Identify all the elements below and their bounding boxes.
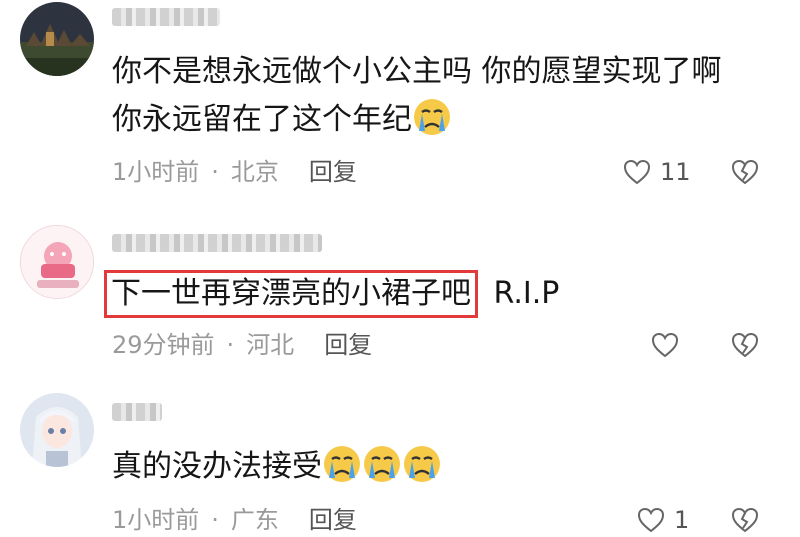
heart-outline-icon bbox=[623, 159, 651, 185]
like-count: 11 bbox=[660, 158, 691, 186]
heart-outline-icon bbox=[637, 507, 665, 533]
comment-item: 真的没办法接受 1小时前 · 广东 回复 1 bbox=[0, 385, 800, 537]
dislike-button[interactable] bbox=[730, 330, 760, 360]
comment-item: 下一世再穿漂亮的小裙子吧 R.I.P 29分钟前 · 河北 回复 bbox=[0, 210, 800, 370]
comment-meta: 1小时前 · 北京 回复 bbox=[112, 157, 357, 187]
cartoon-cake-avatar-icon bbox=[21, 226, 93, 298]
username-blurred[interactable] bbox=[112, 234, 322, 252]
trailing-text: R.I.P bbox=[493, 276, 560, 311]
broken-heart-icon bbox=[731, 332, 759, 358]
username-blurred[interactable] bbox=[112, 403, 162, 421]
like-button[interactable]: 1 bbox=[636, 505, 689, 535]
comment-time: 1小时前 bbox=[112, 506, 200, 534]
comment-time: 29分钟前 bbox=[112, 331, 215, 359]
highlighted-text-box: 下一世再穿漂亮的小裙子吧 bbox=[104, 270, 478, 318]
comment-location: 河北 bbox=[246, 331, 295, 359]
avatar[interactable] bbox=[20, 393, 94, 467]
broken-heart-icon bbox=[731, 159, 759, 185]
comment-meta: 1小时前 · 广东 回复 bbox=[112, 505, 357, 535]
anime-girl-avatar-icon bbox=[20, 393, 94, 467]
comment-location: 广东 bbox=[230, 506, 279, 534]
broken-heart-icon bbox=[731, 507, 759, 533]
dislike-button[interactable] bbox=[730, 505, 760, 535]
night-castle-avatar-icon bbox=[20, 2, 94, 76]
reply-button[interactable]: 回复 bbox=[309, 158, 357, 186]
comment-time: 1小时前 bbox=[112, 158, 200, 186]
comment-meta: 29分钟前 · 河北 回复 bbox=[112, 330, 372, 360]
avatar[interactable] bbox=[20, 225, 94, 299]
heart-outline-icon bbox=[651, 332, 679, 358]
comment-text: 你不是想永远做个小公主吗 你的愿望实现了啊 你永远留在了这个年纪 bbox=[112, 54, 722, 137]
comment-location: 北京 bbox=[230, 158, 279, 186]
like-button[interactable] bbox=[650, 330, 680, 360]
like-button[interactable]: 11 bbox=[622, 157, 691, 187]
reply-button[interactable]: 回复 bbox=[309, 506, 357, 534]
crying-emoji-icon bbox=[322, 444, 362, 484]
avatar[interactable] bbox=[20, 2, 94, 76]
separator-dot: · bbox=[226, 331, 235, 359]
comment-text: 下一世再穿漂亮的小裙子吧 R.I.P bbox=[104, 270, 560, 318]
crying-emoji-icon bbox=[362, 444, 402, 484]
like-count: 1 bbox=[674, 506, 690, 534]
separator-dot: · bbox=[211, 506, 219, 534]
reply-button[interactable]: 回复 bbox=[324, 331, 372, 359]
comment-text: 真的没办法接受 bbox=[112, 443, 442, 491]
comment-item: 你不是想永远做个小公主吗 你的愿望实现了啊 你永远留在了这个年纪 1小时前 · 北京… bbox=[0, 0, 800, 200]
separator-dot: · bbox=[211, 158, 219, 186]
crying-emoji-icon bbox=[402, 444, 442, 484]
crying-emoji-icon bbox=[412, 97, 452, 137]
dislike-button[interactable] bbox=[730, 157, 760, 187]
username-blurred[interactable] bbox=[112, 8, 220, 26]
